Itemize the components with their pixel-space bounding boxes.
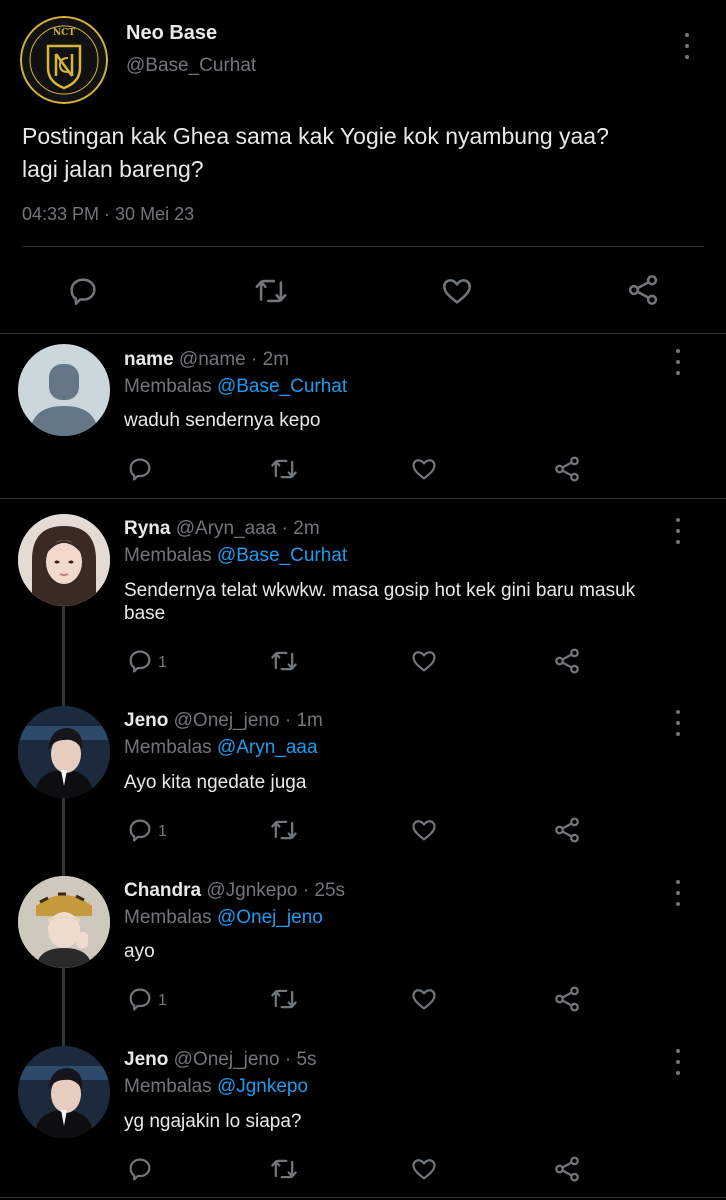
replying-to: Membalas @Jgnkepo: [124, 1076, 308, 1098]
share-icon[interactable]: [625, 272, 661, 308]
tweet-text-line: lagi jalan bareng?: [22, 156, 204, 182]
default-avatar[interactable]: [18, 344, 110, 436]
like-icon[interactable]: [410, 985, 438, 1013]
retweet-icon[interactable]: [268, 647, 300, 675]
reply-icon[interactable]: [126, 647, 154, 675]
reply-header: Chandra @Jgnkepo · 25s: [124, 880, 345, 902]
reply-time: · 2m: [281, 518, 320, 539]
reply-text-line: base: [124, 603, 166, 624]
reply-text: Ayo kita ngedate juga: [124, 772, 307, 793]
reply-icon[interactable]: [66, 274, 100, 308]
more-icon[interactable]: [674, 880, 682, 906]
reply-icon[interactable]: [126, 1155, 154, 1183]
more-icon[interactable]: [683, 33, 691, 59]
user-avatar[interactable]: [18, 706, 110, 798]
retweet-icon[interactable]: [268, 816, 300, 844]
reply-time: · 25s: [302, 880, 346, 901]
share-icon[interactable]: [552, 984, 582, 1014]
reply-author-name[interactable]: Ryna: [124, 518, 170, 539]
reply-icon[interactable]: [126, 455, 154, 483]
replying-to-link[interactable]: @Base_Curhat: [217, 545, 347, 566]
portrait-photo: [18, 1046, 110, 1138]
replying-to-link[interactable]: @Base_Curhat: [217, 376, 347, 397]
portrait-photo: [18, 876, 110, 968]
author-handle[interactable]: @Base_Curhat: [126, 55, 256, 77]
divider: [22, 246, 704, 247]
replying-to-link[interactable]: @Jgnkepo: [217, 1076, 308, 1097]
retweet-icon[interactable]: [252, 274, 290, 308]
reply-author-handle[interactable]: @Onej_jeno: [174, 1049, 280, 1070]
reply-author-name[interactable]: Jeno: [124, 710, 168, 731]
replying-prefix: Membalas: [124, 737, 212, 758]
share-icon[interactable]: [552, 1154, 582, 1184]
tweet-text: Postingan kak Ghea sama kak Yogie kok ny…: [22, 120, 609, 186]
reply-author-handle[interactable]: @Jgnkepo: [206, 880, 297, 901]
user-avatar[interactable]: [18, 514, 110, 606]
portrait-photo: [18, 514, 110, 606]
reply-count: 1: [158, 654, 167, 671]
reply-text: waduh sendernya kepo: [124, 410, 321, 431]
share-icon[interactable]: [552, 454, 582, 484]
logo-text: NCT: [52, 28, 76, 38]
reply-icon[interactable]: [126, 816, 154, 844]
replying-to: Membalas @Aryn_aaa: [124, 737, 318, 759]
reply-text: yg ngajakin lo siapa?: [124, 1111, 302, 1132]
retweet-icon[interactable]: [268, 985, 300, 1013]
replying-to: Membalas @Base_Curhat: [124, 376, 347, 398]
reply-header: Jeno @Onej_jeno · 1m: [124, 710, 323, 732]
reply-header: Ryna @Aryn_aaa · 2m: [124, 518, 320, 540]
reply-text: Sendernya telat wkwkw. masa gosip hot ke…: [124, 579, 635, 625]
reply-author-name[interactable]: Jeno: [124, 1049, 168, 1070]
replying-to-link[interactable]: @Aryn_aaa: [217, 737, 318, 758]
like-icon[interactable]: [410, 455, 438, 483]
reply-header: Jeno @Onej_jeno · 5s: [124, 1049, 317, 1071]
author-name[interactable]: Neo Base: [126, 22, 217, 45]
like-icon[interactable]: [410, 647, 438, 675]
replying-prefix: Membalas: [124, 1076, 212, 1097]
tweet-timestamp: 04:33 PM · 30 Mei 23: [22, 204, 195, 224]
more-icon[interactable]: [674, 349, 682, 375]
divider: [0, 333, 726, 334]
reply-author-name[interactable]: name: [124, 349, 174, 370]
like-icon[interactable]: [440, 274, 474, 308]
more-icon[interactable]: [674, 518, 682, 544]
user-avatar[interactable]: [18, 1046, 110, 1138]
retweet-icon[interactable]: [268, 1155, 300, 1183]
reply-author-handle[interactable]: @Onej_jeno: [174, 710, 280, 731]
like-icon[interactable]: [410, 1155, 438, 1183]
thread-line: [62, 606, 65, 1046]
share-icon[interactable]: [552, 646, 582, 676]
replying-to-link[interactable]: @Onej_jeno: [217, 907, 323, 928]
replying-prefix: Membalas: [124, 376, 212, 397]
divider: [0, 1197, 726, 1198]
tweet-text-line: Postingan kak Ghea sama kak Yogie kok ny…: [22, 123, 609, 149]
reply-time: · 5s: [284, 1049, 317, 1070]
reply-header: name @name · 2m: [124, 349, 289, 371]
like-icon[interactable]: [410, 816, 438, 844]
reply-icon[interactable]: [126, 985, 154, 1013]
replying-prefix: Membalas: [124, 907, 212, 928]
person-silhouette-icon: [30, 364, 98, 436]
reply-count: 1: [158, 823, 167, 840]
retweet-icon[interactable]: [268, 455, 300, 483]
reply-count: 1: [158, 992, 167, 1009]
reply-time: · 1m: [284, 710, 323, 731]
author-avatar[interactable]: NCT: [20, 16, 108, 104]
more-icon[interactable]: [674, 710, 682, 736]
portrait-photo: [18, 706, 110, 798]
reply-text-line: Sendernya telat wkwkw. masa gosip hot ke…: [124, 580, 636, 601]
reply-author-handle[interactable]: @Aryn_aaa: [176, 518, 277, 539]
share-icon[interactable]: [552, 815, 582, 845]
reply-author-name[interactable]: Chandra: [124, 880, 201, 901]
reply-text: ayo: [124, 941, 155, 962]
more-icon[interactable]: [674, 1049, 682, 1075]
replying-prefix: Membalas: [124, 545, 212, 566]
divider: [0, 498, 726, 499]
reply-time: · 2m: [251, 349, 290, 370]
replying-to: Membalas @Base_Curhat: [124, 545, 347, 567]
user-avatar[interactable]: [18, 876, 110, 968]
replying-to: Membalas @Onej_jeno: [124, 907, 323, 929]
reply-author-handle[interactable]: @name: [179, 349, 246, 370]
